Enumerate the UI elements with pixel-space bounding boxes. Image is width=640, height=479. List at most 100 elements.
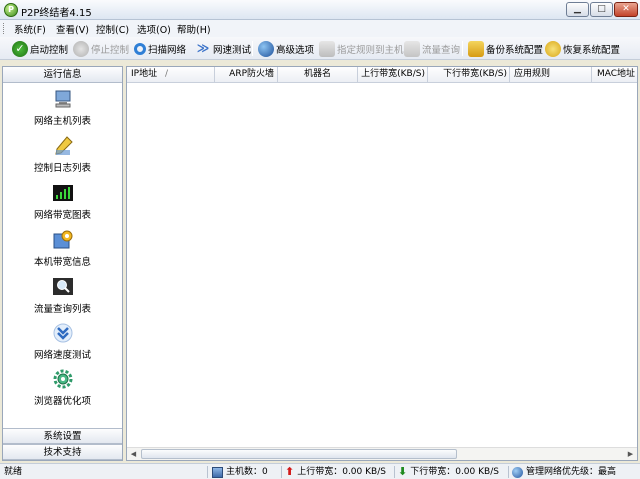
app-icon[interactable]: P	[4, 3, 18, 17]
speed-test-label: 网速测试	[213, 42, 251, 56]
scroll-left-icon[interactable]: ◀	[128, 449, 139, 460]
status-upload-text: 上行带宽：0.00 KB/S	[297, 465, 386, 479]
advanced-options-button[interactable]: 高级选项	[256, 39, 316, 58]
network-icon	[512, 467, 523, 478]
start-control-button[interactable]: ✓ 启动控制	[10, 39, 70, 58]
check-icon: ✓	[12, 41, 28, 57]
magnifier-icon	[134, 43, 146, 55]
title-bar: P P2P终结者4.15 ▁ □ ✕	[0, 0, 640, 20]
window-title: P2P终结者4.15	[21, 4, 92, 19]
backup-icon	[468, 41, 484, 57]
status-download-text: 下行带宽：0.00 KB/S	[410, 465, 499, 479]
double-chevron-down-icon: ≫	[195, 41, 211, 57]
backup-config-button[interactable]: 备份系统配置	[466, 39, 545, 58]
col-hostname[interactable]: 机器名	[278, 67, 358, 83]
pen-icon	[53, 136, 73, 156]
menu-bar: 系统(F) 查看(V) 控制(C) 选项(O) 帮助(H)	[0, 20, 640, 37]
status-divider	[281, 466, 282, 478]
status-priority-text: 管理网络优先级：最高	[526, 465, 616, 479]
nav-browser-optimize[interactable]: 浏览器优化项	[3, 369, 122, 415]
minimize-button[interactable]: ▁	[566, 2, 589, 17]
nav-control-log-label: 控制日志列表	[3, 160, 122, 174]
arrow-down-icon: ⬇	[398, 465, 407, 479]
toolbar: ✓ 启动控制 停止控制 扫描网络 ≫ 网速测试 高级选项 指定规则到主机 流量查…	[0, 37, 640, 60]
col-download[interactable]: 下行带宽(KB/S)	[428, 67, 510, 83]
assign-rule-icon	[319, 41, 335, 57]
traffic-query-label: 流量查询	[422, 42, 460, 56]
speed-test-button[interactable]: ≫ 网速测试	[193, 39, 253, 58]
col-arp[interactable]: ARP防火墙	[215, 67, 278, 83]
stop-control-button[interactable]: 停止控制	[71, 39, 131, 58]
double-chevron-down-icon	[53, 323, 73, 343]
stop-control-label: 停止控制	[91, 42, 129, 56]
restore-icon	[545, 41, 561, 57]
tech-support-header[interactable]: 技术支持	[3, 444, 122, 460]
nav-host-list[interactable]: 网络主机列表	[3, 89, 122, 135]
nav-bandwidth-chart-label: 网络带宽图表	[3, 207, 122, 221]
scan-network-button[interactable]: 扫描网络	[132, 39, 188, 58]
assign-rule-label: 指定规则到主机	[337, 42, 404, 56]
col-ip-label: IP地址	[131, 69, 157, 79]
scan-network-label: 扫描网络	[148, 42, 186, 56]
status-hosts: 主机数：0	[212, 465, 268, 479]
restore-config-button[interactable]: 恢复系统配置	[543, 39, 622, 58]
close-icon: ✕	[622, 4, 630, 14]
nav-bandwidth-chart[interactable]: 网络带宽图表	[3, 183, 122, 229]
system-settings-header[interactable]: 系统设置	[3, 428, 122, 444]
minimize-icon: ▁	[574, 4, 581, 14]
nav-traffic-list-label: 流量查询列表	[3, 301, 122, 315]
bar-chart-icon	[53, 183, 73, 203]
scrollbar-thumb[interactable]	[141, 449, 457, 459]
advanced-options-label: 高级选项	[276, 42, 314, 56]
traffic-query-button[interactable]: 流量查询	[402, 39, 462, 58]
start-control-label: 启动控制	[30, 42, 68, 56]
menu-system[interactable]: 系统(F)	[14, 22, 46, 36]
scroll-right-icon[interactable]: ▶	[625, 449, 636, 460]
nav-local-bandwidth[interactable]: 本机带宽信息	[3, 230, 122, 276]
col-rule[interactable]: 应用规则	[510, 67, 592, 83]
traffic-query-icon	[404, 41, 420, 57]
status-priority: 管理网络优先级：最高	[512, 465, 616, 479]
nav-speed-test[interactable]: 网络速度测试	[3, 323, 122, 369]
menu-view[interactable]: 查看(V)	[56, 22, 89, 36]
assign-rule-button[interactable]: 指定规则到主机	[317, 39, 406, 58]
status-divider	[207, 466, 208, 478]
menu-control[interactable]: 控制(C)	[96, 22, 129, 36]
host-icon	[212, 467, 223, 478]
search-monitor-icon	[53, 277, 73, 297]
menu-options[interactable]: 选项(O)	[137, 22, 171, 36]
table-header: IP地址 / ARP防火墙 机器名 上行带宽(KB/S) 下行带宽(KB/S) …	[127, 67, 637, 83]
maximize-icon: □	[597, 4, 606, 14]
nav-host-list-label: 网络主机列表	[3, 113, 122, 127]
menu-grip-icon[interactable]	[3, 23, 6, 34]
sort-mark: /	[165, 67, 168, 82]
nav-speed-test-label: 网络速度测试	[3, 347, 122, 361]
status-divider	[508, 466, 509, 478]
status-ready: 就绪	[4, 465, 22, 479]
nav-browser-optimize-label: 浏览器优化项	[3, 393, 122, 407]
col-ip[interactable]: IP地址 /	[127, 67, 215, 83]
nav-control-log[interactable]: 控制日志列表	[3, 136, 122, 182]
host-table: IP地址 / ARP防火墙 机器名 上行带宽(KB/S) 下行带宽(KB/S) …	[126, 66, 638, 461]
status-download: ⬇ 下行带宽：0.00 KB/S	[398, 465, 499, 479]
menu-help[interactable]: 帮助(H)	[177, 22, 211, 36]
globe-icon	[258, 41, 274, 57]
status-bar: 就绪 主机数：0 ⬆ 上行带宽：0.00 KB/S ⬇ 下行带宽：0.00 KB…	[0, 463, 640, 479]
status-hosts-text: 主机数：0	[226, 465, 268, 479]
computer-icon	[53, 89, 73, 109]
col-mac[interactable]: MAC地址	[592, 67, 637, 83]
col-upload[interactable]: 上行带宽(KB/S)	[358, 67, 428, 83]
gear-box-icon	[53, 230, 73, 250]
close-button[interactable]: ✕	[614, 2, 638, 17]
status-divider	[394, 466, 395, 478]
left-nav-panel: 运行信息 网络主机列表 控制日志列表 网络带宽图表 本机带宽信息 流量查询列表	[2, 66, 123, 461]
maximize-button[interactable]: □	[590, 2, 613, 17]
run-info-header[interactable]: 运行信息	[3, 67, 122, 83]
gear-icon	[53, 369, 73, 389]
arrow-up-icon: ⬆	[285, 465, 294, 479]
nav-traffic-list[interactable]: 流量查询列表	[3, 277, 122, 323]
nav-local-bandwidth-label: 本机带宽信息	[3, 254, 122, 268]
horizontal-scrollbar[interactable]: ◀ ▶	[127, 447, 637, 460]
toolbar-separator	[252, 41, 253, 56]
status-upload: ⬆ 上行带宽：0.00 KB/S	[285, 465, 386, 479]
